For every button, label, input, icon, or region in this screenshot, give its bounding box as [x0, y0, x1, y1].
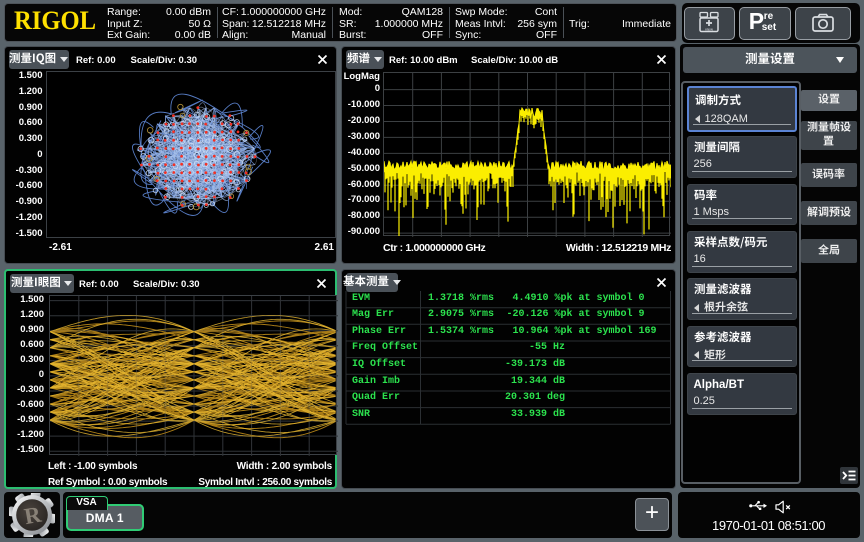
- svg-text:view: view: [705, 27, 713, 32]
